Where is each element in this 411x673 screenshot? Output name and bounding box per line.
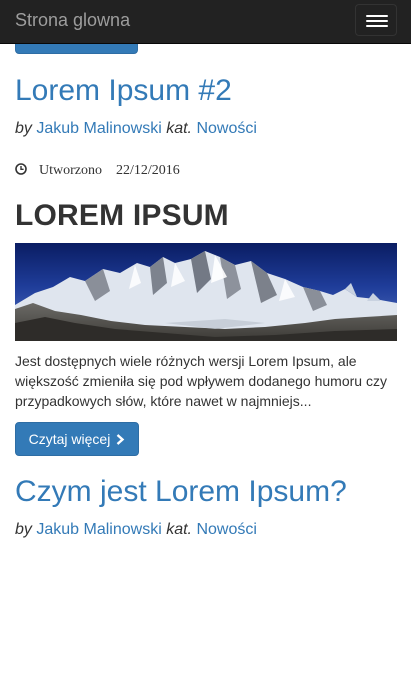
navbar-brand[interactable]: Strona glowna bbox=[15, 10, 130, 30]
read-more-button[interactable]: Czytaj więcej bbox=[15, 422, 139, 456]
hamburger-menu-icon bbox=[366, 20, 388, 22]
post-title[interactable]: Lorem Ipsum #2 bbox=[15, 74, 232, 108]
read-more-label: Czytaj więcej bbox=[28, 431, 111, 447]
author-link[interactable]: Jakub Malinowski bbox=[36, 120, 161, 137]
by-label: by bbox=[15, 120, 32, 137]
post-meta: Utworzono 22/12/2016 bbox=[15, 162, 180, 180]
chevron-right-icon bbox=[117, 434, 125, 445]
post-excerpt: Jest dostępnych wiele różnych wersji Lor… bbox=[15, 353, 387, 409]
category-link[interactable]: Nowości bbox=[196, 521, 256, 538]
hamburger-menu-icon bbox=[366, 15, 388, 17]
post-image bbox=[15, 243, 397, 341]
author-link[interactable]: Jakub Malinowski bbox=[36, 521, 161, 538]
category-link[interactable]: Nowości bbox=[196, 120, 256, 137]
post-title[interactable]: Czym jest Lorem Ipsum? bbox=[15, 475, 347, 509]
post-byline: by Jakub Malinowski kat. Nowości bbox=[15, 520, 257, 540]
hamburger-menu-icon bbox=[366, 25, 388, 27]
by-label: by bbox=[15, 521, 32, 538]
post-heading: LOREM IPSUM bbox=[15, 199, 229, 232]
clock-icon bbox=[15, 163, 27, 175]
post-byline: by Jakub Malinowski kat. Nowości bbox=[15, 119, 257, 139]
category-label: kat. bbox=[166, 521, 192, 538]
navbar: Strona glowna bbox=[0, 0, 411, 44]
created-label: Utworzono bbox=[39, 163, 102, 178]
created-date: 22/12/2016 bbox=[116, 163, 180, 178]
category-label: kat. bbox=[166, 120, 192, 137]
navbar-toggle-button[interactable] bbox=[355, 4, 397, 36]
